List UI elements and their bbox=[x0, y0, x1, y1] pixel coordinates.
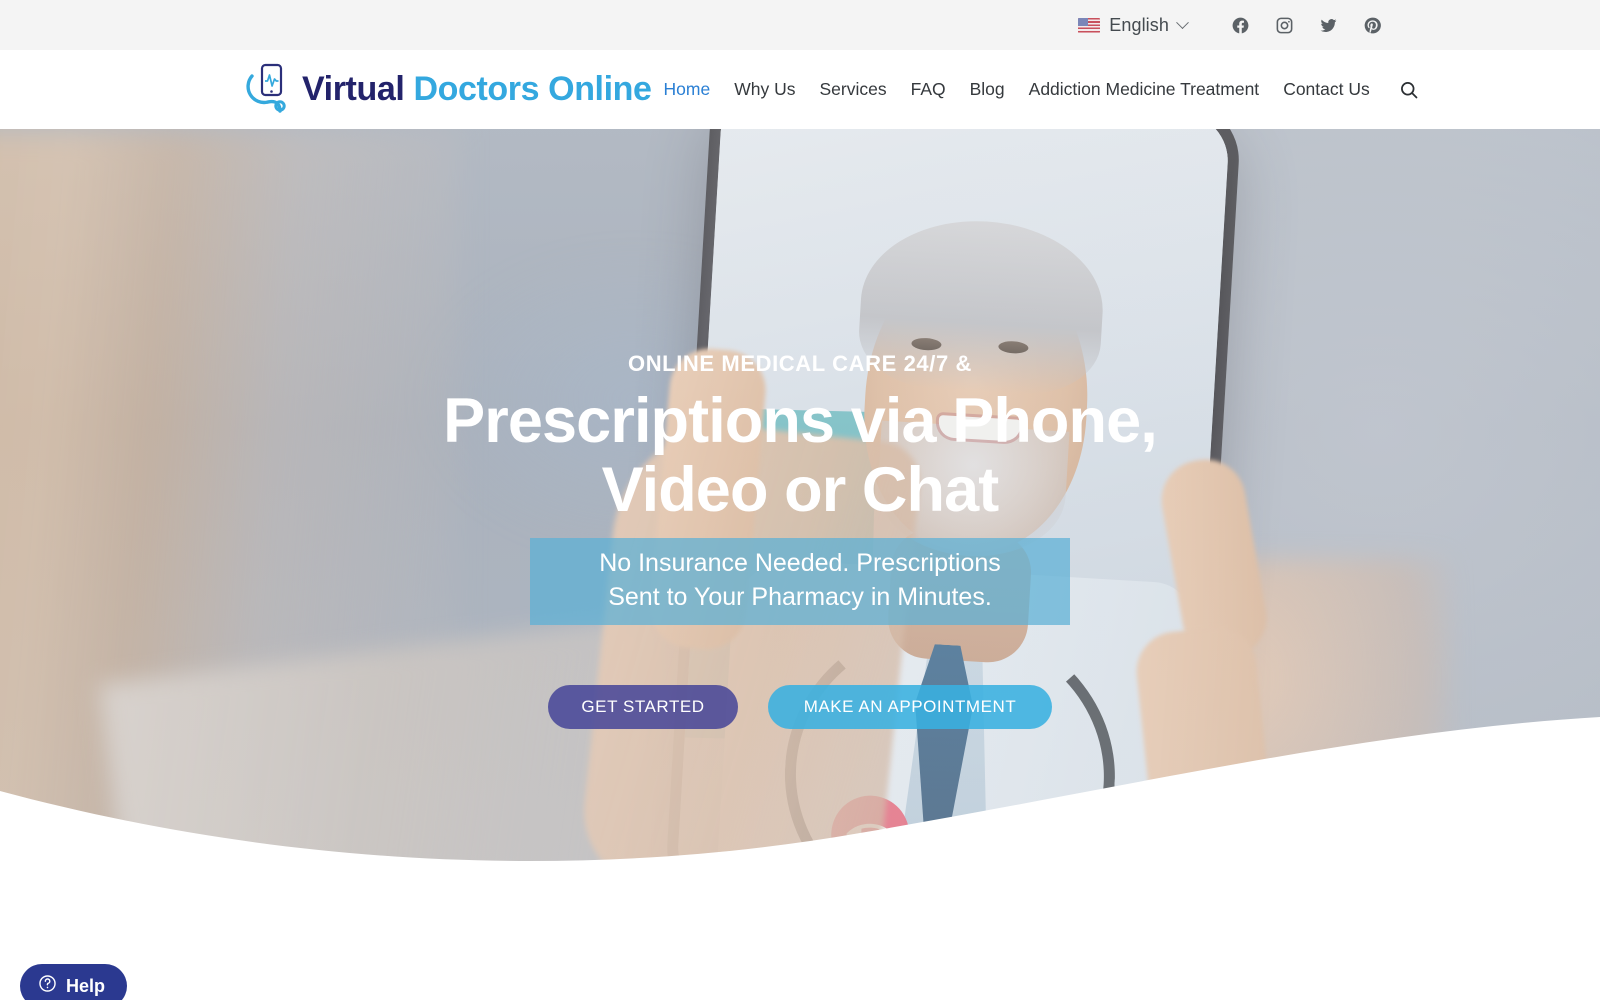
hero-subtitle: No Insurance Needed. Prescriptions Sent … bbox=[530, 538, 1070, 626]
help-widget-button[interactable]: Help bbox=[20, 964, 128, 1000]
language-label: English bbox=[1109, 14, 1169, 35]
language-selector[interactable]: English bbox=[1078, 14, 1189, 36]
nav-item-services[interactable]: Services bbox=[807, 79, 898, 100]
logo-word-2: Doctors Online bbox=[413, 70, 652, 108]
hero-title-line-1: Prescriptions via Phone, bbox=[443, 386, 1158, 456]
facebook-icon[interactable] bbox=[1231, 16, 1250, 35]
site-header: Virtual Doctors Online Home Why Us Servi… bbox=[0, 50, 1600, 129]
wave-divider bbox=[0, 717, 1600, 871]
question-circle-icon bbox=[38, 974, 57, 998]
nav-item-why-us[interactable]: Why Us bbox=[722, 79, 807, 100]
main-navigation: Home Why Us Services FAQ Blog Addiction … bbox=[652, 79, 1420, 101]
hero-section: ONLINE MEDICAL CARE 24/7 & Prescriptions… bbox=[0, 129, 1600, 871]
nav-item-contact-us[interactable]: Contact Us bbox=[1271, 79, 1382, 100]
us-flag-icon bbox=[1078, 17, 1101, 33]
phone-stethoscope-icon bbox=[238, 62, 290, 118]
chevron-down-icon bbox=[1176, 15, 1189, 29]
help-widget-label: Help bbox=[66, 975, 106, 996]
nav-item-home[interactable]: Home bbox=[652, 79, 723, 100]
logo-word-1: Virtual bbox=[302, 70, 405, 108]
hero-title-line-2: Video or Chat bbox=[601, 454, 1000, 525]
social-links bbox=[1231, 16, 1382, 35]
top-utility-bar: English bbox=[0, 0, 1600, 50]
nav-item-faq[interactable]: FAQ bbox=[899, 79, 958, 100]
nav-item-blog[interactable]: Blog bbox=[958, 79, 1017, 100]
site-logo[interactable]: Virtual Doctors Online bbox=[238, 62, 652, 118]
hero-eyebrow: ONLINE MEDICAL CARE 24/7 & bbox=[627, 351, 973, 376]
instagram-icon[interactable] bbox=[1275, 16, 1294, 35]
hero-subtitle-line-1: No Insurance Needed. Prescriptions bbox=[599, 549, 1001, 578]
pinterest-icon[interactable] bbox=[1363, 16, 1382, 35]
logo-wordmark: Virtual Doctors Online bbox=[302, 70, 652, 109]
twitter-icon[interactable] bbox=[1319, 16, 1338, 35]
search-icon[interactable] bbox=[1398, 79, 1420, 101]
receive-your-section: Receive your bbox=[0, 871, 1600, 1000]
hero-title: Prescriptions via Phone, Video or Chat bbox=[443, 386, 1158, 525]
hero-subtitle-line-2: Sent to Your Pharmacy in Minutes. bbox=[608, 582, 992, 611]
nav-item-addiction-medicine-treatment[interactable]: Addiction Medicine Treatment bbox=[1017, 79, 1272, 100]
